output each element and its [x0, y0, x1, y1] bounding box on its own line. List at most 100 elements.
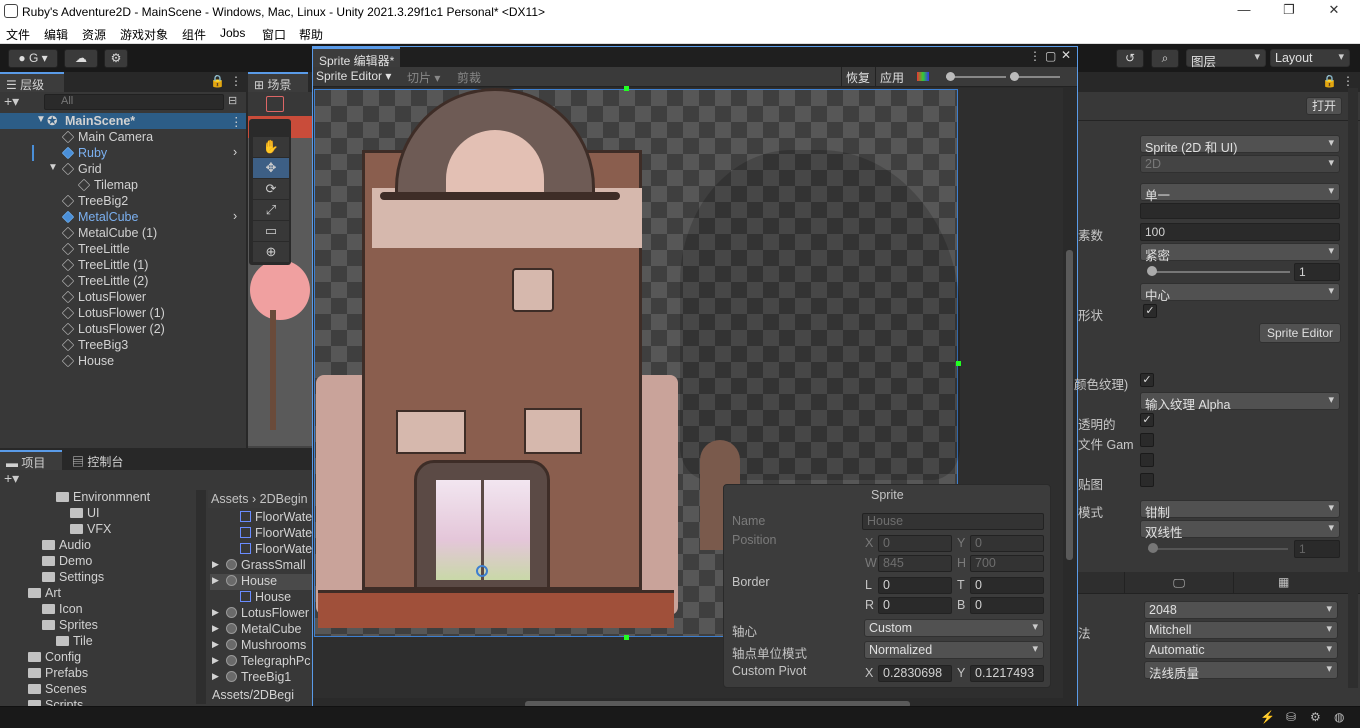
- hierarchy-item[interactable]: LotusFlower (2): [0, 321, 246, 337]
- project-folder[interactable]: Tile: [56, 634, 93, 650]
- width-field[interactable]: 845: [878, 555, 952, 572]
- custom-pivot-x-field[interactable]: 0.2830698: [878, 665, 952, 682]
- hierarchy-item[interactable]: LotusFlower (1): [0, 305, 246, 321]
- hierarchy-item[interactable]: TreeBig2: [0, 193, 246, 209]
- hierarchy-item[interactable]: TreeLittle: [0, 241, 246, 257]
- minimize-button[interactable]: —: [1232, 2, 1256, 22]
- mipmap-checkbox[interactable]: [1140, 473, 1154, 487]
- cache-icon[interactable]: ⛁: [1286, 710, 1296, 724]
- asset-item[interactable]: ▶ TreeBig1: [210, 670, 314, 686]
- trim-button[interactable]: 剪裁: [457, 69, 481, 86]
- hierarchy-item[interactable]: House: [0, 353, 246, 369]
- border-t-field[interactable]: 0: [970, 577, 1044, 594]
- asset-item[interactable]: FloorWate: [210, 542, 314, 558]
- position-x-field[interactable]: 0: [878, 535, 952, 552]
- height-field[interactable]: 700: [970, 555, 1044, 572]
- hand-tool-icon[interactable]: ✋: [253, 137, 289, 157]
- more-icon[interactable]: ⋮: [230, 74, 242, 88]
- slice-dropdown[interactable]: 切片 ▾: [407, 69, 440, 86]
- search-icon[interactable]: ⌕: [1151, 49, 1179, 68]
- tab-hierarchy[interactable]: ☰ 层级: [0, 72, 64, 92]
- zoom-slider[interactable]: [946, 76, 1006, 78]
- max-size-dropdown[interactable]: 2048: [1144, 601, 1338, 619]
- hierarchy-item[interactable]: ▼ Grid: [0, 161, 246, 177]
- tab-scene[interactable]: ⊞ 场景: [248, 72, 308, 92]
- layers-dropdown[interactable]: 图层: [1186, 49, 1266, 69]
- aniso-slider-handle[interactable]: [1148, 543, 1158, 553]
- project-folder[interactable]: Icon: [42, 602, 83, 618]
- handle-right[interactable]: [956, 361, 961, 366]
- sprite-editor-mode-dropdown[interactable]: Sprite Editor ▾: [316, 69, 391, 83]
- packing-tag-field[interactable]: [1140, 203, 1340, 219]
- open-button[interactable]: 打开: [1306, 97, 1342, 115]
- menu-gameobject[interactable]: 游戏对象: [120, 26, 168, 43]
- resize-algo-dropdown[interactable]: Mitchell: [1144, 621, 1338, 639]
- asset-item[interactable]: ▶ LotusFlower: [210, 606, 314, 622]
- maximize-button[interactable]: ❐: [1277, 2, 1301, 22]
- scene-row[interactable]: ▼ ✪ MainScene* ⋮: [0, 113, 246, 129]
- extrude-slider-handle[interactable]: [1147, 266, 1157, 276]
- debug-icon[interactable]: ⚙: [1310, 710, 1321, 724]
- sprite-editor-close-icon[interactable]: ✕: [1061, 48, 1071, 62]
- expand-icon[interactable]: ▶: [212, 671, 219, 682]
- handle-top[interactable]: [624, 86, 629, 91]
- extrude-slider[interactable]: [1150, 271, 1290, 273]
- name-field[interactable]: House: [862, 513, 1044, 530]
- project-tree-scrollbar[interactable]: [196, 490, 206, 704]
- project-folder[interactable]: UI: [70, 506, 100, 522]
- project-folder[interactable]: Prefabs: [28, 666, 88, 682]
- filter-mode-dropdown[interactable]: 双线性: [1140, 520, 1340, 540]
- sprite-editor-maximize-icon[interactable]: ▢: [1045, 49, 1056, 63]
- move-tool-icon[interactable]: ✥: [253, 158, 289, 178]
- alpha-source-dropdown[interactable]: 输入纹理 Alpha: [1140, 392, 1340, 412]
- hierarchy-search[interactable]: All: [44, 94, 224, 110]
- mip-slider-handle[interactable]: [1010, 72, 1019, 81]
- filter-icon[interactable]: ⊟: [228, 94, 237, 107]
- border-b-field[interactable]: 0: [970, 597, 1044, 614]
- expand-icon[interactable]: ▶: [212, 639, 219, 650]
- zoom-slider-handle[interactable]: [946, 72, 955, 81]
- pivot-dropdown[interactable]: Custom: [864, 619, 1044, 637]
- close-button[interactable]: ✕: [1322, 2, 1346, 22]
- rotate-tool-icon[interactable]: ⟳: [253, 179, 289, 199]
- asset-item[interactable]: ▶ MetalCube: [210, 622, 314, 638]
- collab-icon[interactable]: ◍: [1334, 710, 1344, 724]
- project-folder[interactable]: Demo: [42, 554, 92, 570]
- hierarchy-item[interactable]: Tilemap: [0, 177, 246, 193]
- tab-project[interactable]: ▬ 项目: [0, 450, 62, 470]
- menu-edit[interactable]: 编辑: [44, 26, 68, 43]
- sprite-mode-dropdown[interactable]: 单一: [1140, 183, 1340, 203]
- expand-icon[interactable]: ▶: [212, 623, 219, 634]
- format-dropdown[interactable]: Automatic: [1144, 641, 1338, 659]
- aniso-slider[interactable]: [1148, 548, 1288, 550]
- rect-tool-icon[interactable]: ▭: [253, 221, 289, 241]
- project-folder[interactable]: VFX: [70, 522, 111, 538]
- expand-icon[interactable]: ▶: [212, 607, 219, 618]
- alpha-transparency-checkbox[interactable]: ✓: [1140, 413, 1154, 427]
- project-folder[interactable]: Scenes: [28, 682, 87, 698]
- expand-icon[interactable]: ▶: [212, 559, 219, 570]
- project-folder[interactable]: Art: [28, 586, 61, 602]
- platform-tab-web[interactable]: ▦: [1278, 575, 1289, 589]
- asset-item[interactable]: ▶ GrassSmall: [210, 558, 314, 574]
- ppu-field[interactable]: 100: [1140, 223, 1340, 241]
- compression-dropdown[interactable]: 法线质量: [1144, 661, 1338, 681]
- asset-item[interactable]: House: [210, 590, 314, 606]
- sprite-editor-more-icon[interactable]: ⋮: [1029, 49, 1041, 63]
- layout-dropdown[interactable]: Layout: [1270, 49, 1350, 67]
- border-r-field[interactable]: 0: [878, 597, 952, 614]
- asset-item[interactable]: FloorWate: [210, 526, 314, 542]
- account-button[interactable]: ● G ▾: [8, 49, 58, 68]
- menu-file[interactable]: 文件: [6, 26, 30, 43]
- hierarchy-item[interactable]: MetalCube (1): [0, 225, 246, 241]
- hierarchy-item[interactable]: TreeBig3: [0, 337, 246, 353]
- texture-shape-dropdown[interactable]: 2D: [1140, 155, 1340, 173]
- hierarchy-item[interactable]: Ruby ›: [0, 145, 246, 161]
- hierarchy-item[interactable]: Main Camera: [0, 129, 246, 145]
- readwrite-checkbox[interactable]: [1140, 453, 1154, 467]
- revert-button[interactable]: 恢复: [841, 67, 874, 87]
- color-channel-icon[interactable]: [917, 72, 929, 81]
- inspector-lock-icon[interactable]: 🔒: [1322, 74, 1337, 88]
- expand-icon[interactable]: ▼: [36, 114, 46, 125]
- cloud-icon[interactable]: ☁: [64, 49, 98, 68]
